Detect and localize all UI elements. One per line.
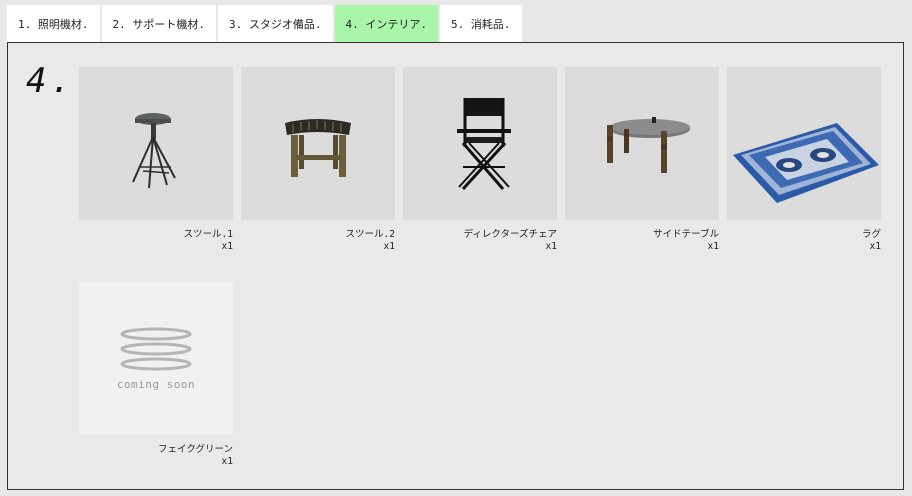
item-card[interactable]: スツール.1 x1 bbox=[79, 67, 233, 253]
item-name: ディレクターズチェア bbox=[463, 229, 557, 240]
tab-support-equipment[interactable]: 2. サポート機材. bbox=[101, 5, 216, 43]
item-name: サイドテーブル bbox=[653, 229, 719, 240]
tab-interior[interactable]: 4. インテリア. bbox=[334, 5, 438, 43]
item-quantity: x1 bbox=[545, 241, 557, 252]
content-panel: 4. スツール.1 x1 スツール.2 x1 ディレクターズチェア x1 サイド… bbox=[7, 42, 904, 490]
tab-lighting[interactable]: 1. 照明機材. bbox=[7, 5, 100, 43]
item-name: スツール.1 bbox=[183, 229, 233, 240]
item-card[interactable]: coming soon フェイクグリーン x1 bbox=[79, 282, 233, 468]
item-card[interactable]: スツール.2 x1 bbox=[241, 67, 395, 253]
item-image-bar-stool bbox=[79, 67, 233, 220]
item-quantity: x1 bbox=[221, 456, 233, 467]
item-image-directors-chair bbox=[403, 67, 557, 220]
section-number: 4. bbox=[26, 61, 75, 101]
coming-soon-icon bbox=[120, 327, 192, 371]
coming-soon-label: coming soon bbox=[116, 378, 196, 391]
item-image-side-table bbox=[565, 67, 719, 220]
item-image-rug bbox=[727, 67, 881, 220]
item-quantity: x1 bbox=[383, 241, 395, 252]
item-name: ラグ bbox=[861, 229, 881, 240]
item-name: スツール.2 bbox=[345, 229, 395, 240]
item-name: フェイクグリーン bbox=[158, 444, 233, 455]
tab-consumables[interactable]: 5. 消耗品. bbox=[440, 5, 522, 43]
tab-studio-fixtures[interactable]: 3. スタジオ備品. bbox=[218, 5, 333, 43]
item-card[interactable]: サイドテーブル x1 bbox=[565, 67, 719, 253]
item-quantity: x1 bbox=[221, 241, 233, 252]
item-card[interactable]: ディレクターズチェア x1 bbox=[403, 67, 557, 253]
item-card[interactable]: ラグ x1 bbox=[727, 67, 881, 253]
item-image-wooden-stool bbox=[241, 67, 395, 220]
item-quantity: x1 bbox=[707, 241, 719, 252]
item-image-coming-soon: coming soon bbox=[79, 282, 233, 435]
category-tabs: 1. 照明機材. 2. サポート機材. 3. スタジオ備品. 4. インテリア.… bbox=[7, 5, 524, 43]
item-quantity: x1 bbox=[869, 241, 881, 252]
